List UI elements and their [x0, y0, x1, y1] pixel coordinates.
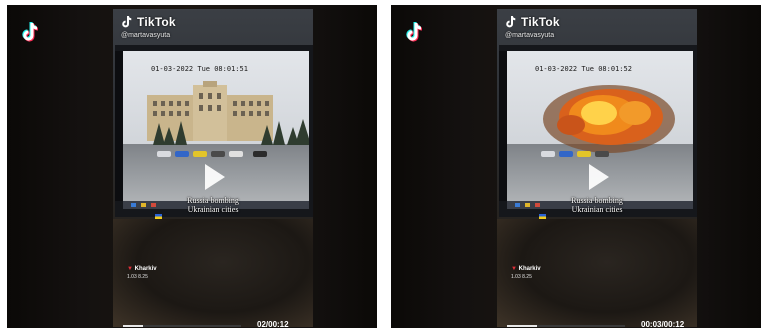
phone-recording: TikTok @martavasyuta 01-03-2022 Tue 08:0… — [497, 9, 697, 327]
progress-bar[interactable] — [507, 325, 625, 327]
playback-time: 00:03/00:12 — [641, 320, 685, 328]
username-label: @martavasyuta — [121, 32, 171, 39]
taskbar-app-icon — [515, 203, 520, 207]
tiktok-brand-text: TikTok — [137, 15, 176, 29]
tiktok-note-icon — [506, 15, 516, 28]
parked-cars — [541, 151, 609, 157]
caption-line-2: Ukrainian cities — [571, 205, 623, 214]
monitor-sidebar — [115, 51, 123, 201]
playback-time: 02/00:12 — [257, 320, 289, 328]
tiktok-watermark: TikTok — [121, 14, 176, 30]
video-caption: Russia bombing Ukrainian cities — [153, 196, 273, 219]
location-name: Kharkiv — [518, 266, 541, 272]
taskbar-app-icon — [525, 203, 530, 207]
tiktok-logo-icon[interactable] — [401, 19, 427, 45]
location-pin-icon: ▼ — [127, 266, 133, 272]
camera-timestamp: 01-03-2022 Tue 08:01:51 — [151, 65, 248, 73]
play-icon[interactable] — [195, 159, 231, 195]
location-date: 1.03 8.25 — [511, 274, 532, 280]
location-tag: ▼ Kharkiv 1.03 8.25 — [511, 265, 541, 281]
caption-line-1: Russia bombing — [187, 196, 239, 205]
location-name: Kharkiv — [134, 266, 157, 272]
caption-line-2: Ukrainian cities — [187, 205, 239, 214]
username-label: @martavasyuta — [505, 32, 555, 39]
caption-line-1: Russia bombing — [571, 196, 623, 205]
taskbar-app-icon — [131, 203, 136, 207]
camera-timestamp: 01-03-2022 Tue 08:01:52 — [535, 65, 632, 73]
tiktok-logo-icon[interactable] — [17, 19, 43, 45]
location-tag: ▼ Kharkiv 1.03 8.25 — [127, 265, 157, 281]
location-pin-icon: ▼ — [511, 266, 517, 272]
phone-recording: TikTok @martavasyuta 01-03-2022 Tue 08:0… — [113, 9, 313, 327]
taskbar-app-icon — [141, 203, 146, 207]
progress-fill — [507, 325, 537, 327]
explosion-fireball — [543, 85, 675, 153]
video-panel-1[interactable]: TikTok @martavasyuta 01-03-2022 Tue 08:0… — [7, 5, 377, 328]
video-caption: Russia bombing Ukrainian cities — [537, 196, 657, 219]
tiktok-note-icon — [122, 15, 132, 28]
location-date: 1.03 8.25 — [127, 274, 148, 280]
progress-fill — [123, 325, 144, 327]
play-icon[interactable] — [579, 159, 615, 195]
trees — [153, 119, 309, 145]
video-panel-2[interactable]: TikTok @martavasyuta 01-03-2022 Tue 08:0… — [391, 5, 761, 328]
tiktok-watermark: TikTok — [505, 14, 560, 30]
monitor-sidebar — [499, 51, 507, 201]
parked-cars — [157, 151, 267, 157]
tiktok-brand-text: TikTok — [521, 15, 560, 29]
progress-bar[interactable] — [123, 325, 241, 327]
